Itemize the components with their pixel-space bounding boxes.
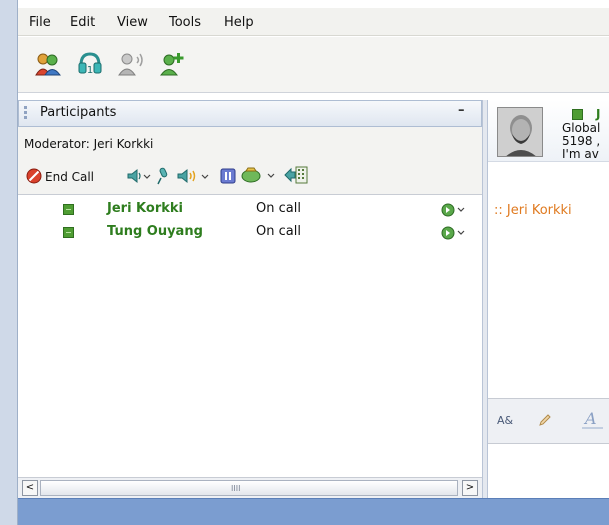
status-bar [18,498,609,525]
panel-grip-dot [24,111,27,114]
participant-state: On call [256,224,301,239]
contact-company: Global [562,121,601,135]
menu-help[interactable]: Help [224,15,254,30]
end-call-button[interactable]: End Call [45,170,94,184]
sound-icon[interactable] [176,167,212,185]
moderator-label: Moderator: Jeri Korkki [24,137,154,151]
menu-file[interactable]: File [29,15,51,30]
menu-tools[interactable]: Tools [169,15,201,30]
menu-edit[interactable]: Edit [70,15,95,30]
svg-text:1: 1 [87,65,93,76]
participants-title: Participants [40,105,117,120]
pencil-icon[interactable] [537,412,553,428]
window-left-border [0,0,18,525]
transfer-call-icon[interactable] [240,166,280,186]
emoticon-font-icon[interactable]: A [581,406,605,432]
contact-status-message: I'm av [562,147,599,161]
avatar [497,107,543,157]
dialpad-icon[interactable] [284,165,308,185]
contact-phone: 5198 , [562,134,601,148]
speaker-volume-icon[interactable] [126,167,152,185]
add-contact-icon[interactable] [158,51,186,77]
chat-message: :: Jeri Korkki [494,203,572,218]
panel-grip-dot [24,106,27,109]
collapse-button[interactable]: – [458,103,472,118]
scrollbar-thumb[interactable] [40,480,458,496]
contact-name: J [596,107,601,121]
participant-actions-icon[interactable] [441,203,469,217]
main-toolbar: 1 [18,37,609,93]
participant-state: On call [256,201,301,216]
svg-text:A: A [583,409,597,428]
presence-available-icon [63,204,74,215]
microphone-icon[interactable] [156,167,172,185]
font-button[interactable]: A& [497,414,513,427]
participant-name: Tung Ouyang [107,224,203,239]
participant-name: Jeri Korkki [107,201,183,216]
presence-available-icon [63,227,74,238]
end-call-icon[interactable] [26,168,42,184]
voicemail-icon[interactable]: 1 [76,51,104,77]
chat-history [488,198,609,398]
scroll-left-button[interactable]: < [22,480,38,496]
participant-actions-icon[interactable] [441,226,469,240]
scroll-right-button[interactable]: > [462,480,478,496]
pause-icon[interactable] [220,168,236,184]
contacts-icon[interactable] [34,51,62,77]
message-input[interactable] [488,444,609,498]
participant-list [18,195,482,477]
scrollbar-grip: IIII [231,484,241,493]
panel-grip-dot [24,116,27,119]
menu-bar: File Edit View Tools Help [18,8,609,36]
contact-presence-icon [572,109,583,120]
menu-view[interactable]: View [117,15,148,30]
call-contact-icon[interactable] [117,51,145,77]
